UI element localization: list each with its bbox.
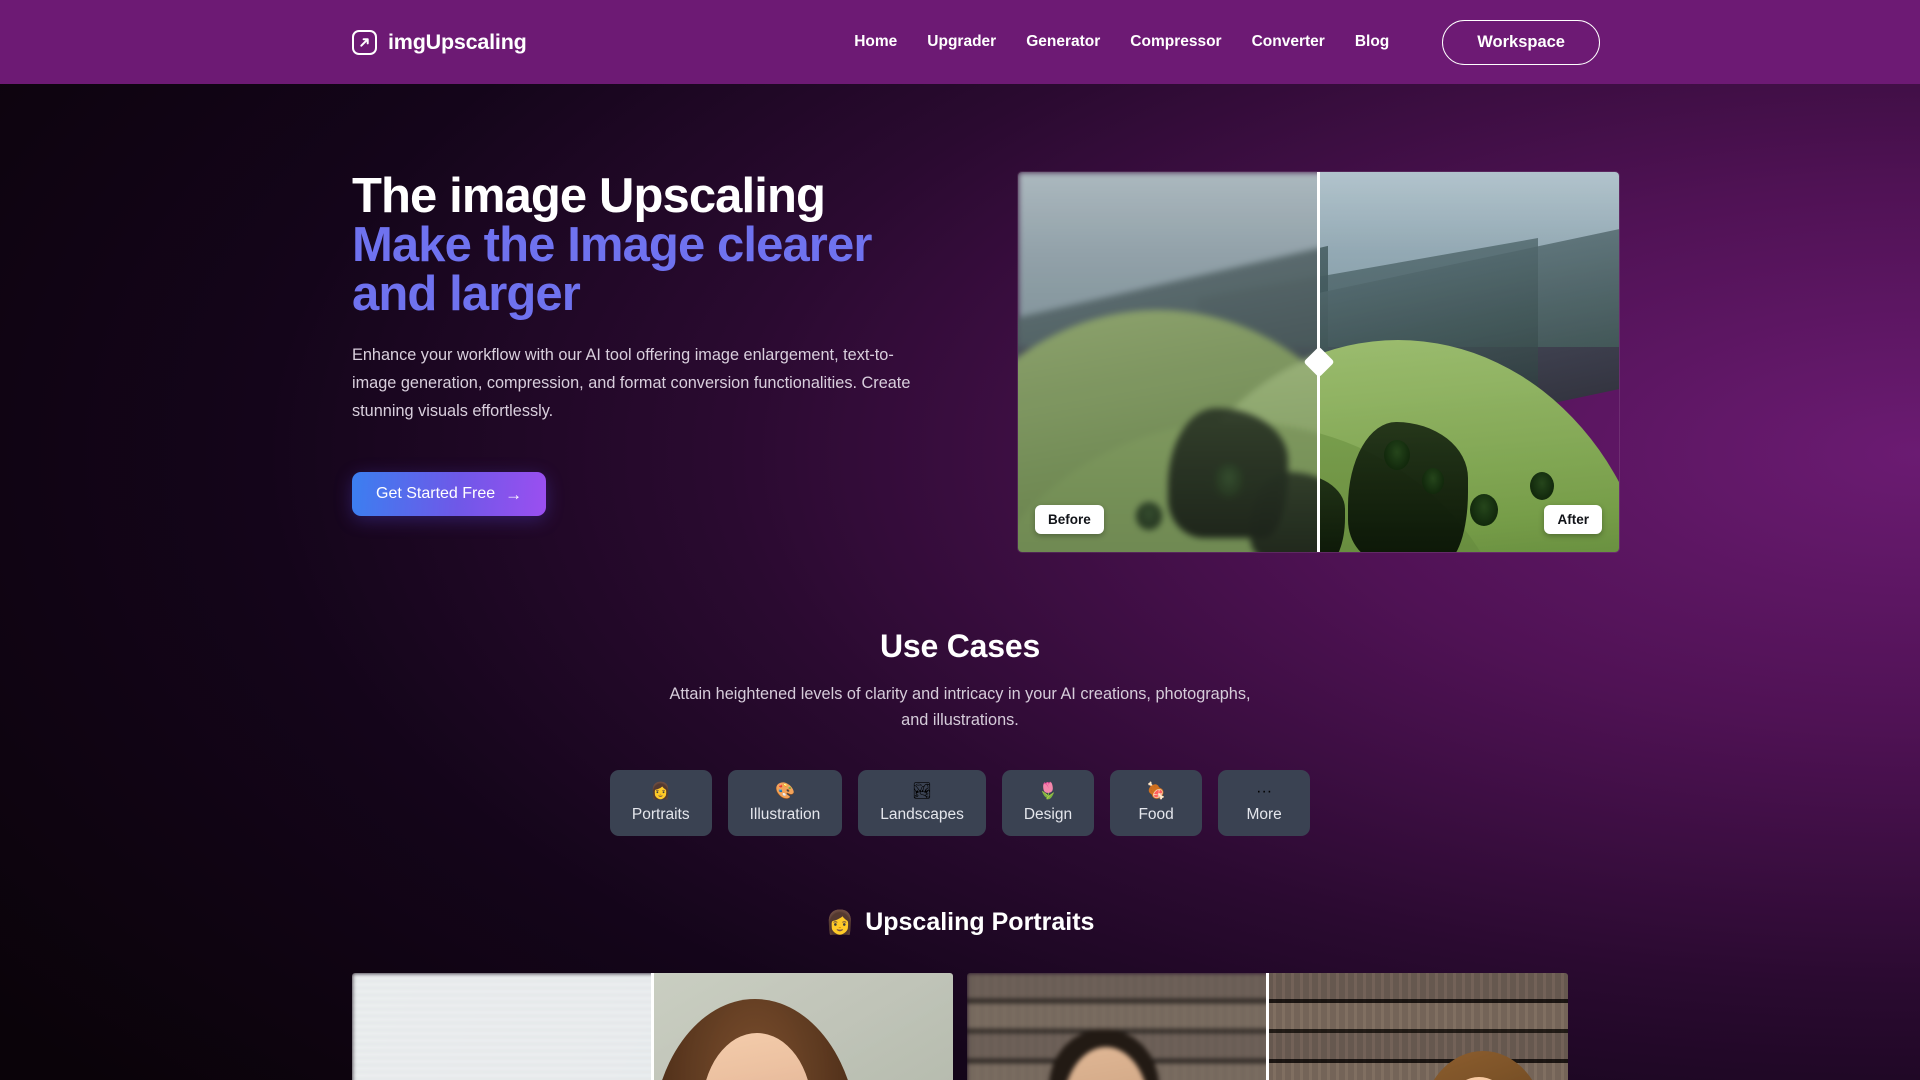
landscape-image-before xyxy=(1018,172,1319,552)
landscape-emoji-icon: 🏞 xyxy=(911,782,933,800)
nav-item-compressor[interactable]: Compressor xyxy=(1130,33,1221,51)
get-started-free-button[interactable]: Get Started Free → xyxy=(352,472,547,517)
page-root: imgUpscaling Home Upgrader Generator Com… xyxy=(0,0,1920,1080)
tab-illustration[interactable]: 🎨 Illustration xyxy=(727,769,843,837)
use-case-tabs: 👩 Portraits 🎨 Illustration 🏞 Landscapes … xyxy=(0,769,1920,837)
brand-name: imgUpscaling xyxy=(388,29,527,54)
use-cases-section: Use Cases Attain heightened levels of cl… xyxy=(0,628,1920,837)
portraits-title-text: Upscaling Portraits xyxy=(865,908,1095,937)
use-cases-subtitle: Attain heightened levels of clarity and … xyxy=(669,685,1251,730)
after-badge: After xyxy=(1544,505,1602,534)
site-header: imgUpscaling Home Upgrader Generator Com… xyxy=(0,0,1920,84)
tab-more[interactable]: ··· More xyxy=(1218,769,1311,837)
nav-item-generator[interactable]: Generator xyxy=(1026,33,1100,51)
portrait-card-2-divider[interactable] xyxy=(1266,973,1269,1080)
portrait-emoji-icon: 👩 xyxy=(650,782,671,800)
tulip-emoji-icon: 🌷 xyxy=(1038,782,1058,800)
main-nav: Home Upgrader Generator Compressor Conve… xyxy=(854,19,1600,65)
nav-item-home[interactable]: Home xyxy=(854,33,897,51)
tab-label: Landscapes xyxy=(880,806,964,824)
tab-food[interactable]: 🍖 Food xyxy=(1110,769,1203,837)
tab-label: More xyxy=(1246,806,1282,824)
hero-title-accent: Make the Image clearer and larger xyxy=(352,218,872,321)
hero-section: The image Upscaling Make the Image clear… xyxy=(0,84,1920,552)
hero-before-after-compare[interactable]: Before After xyxy=(1018,172,1619,552)
compare-before-pane xyxy=(1018,172,1319,552)
brand-logo[interactable]: imgUpscaling xyxy=(352,29,527,55)
portrait-compare-card-1[interactable] xyxy=(352,973,953,1080)
arrow-right-icon: → xyxy=(505,484,523,504)
portrait-card-2-before xyxy=(967,973,1268,1080)
palette-emoji-icon: 🎨 xyxy=(774,782,795,800)
hero-title-lead: The image Upscaling xyxy=(352,169,826,223)
portrait-card-1-divider[interactable] xyxy=(651,973,654,1080)
tab-landscapes[interactable]: 🏞 Landscapes xyxy=(858,769,986,837)
portrait-compare-card-2[interactable] xyxy=(967,973,1568,1080)
nav-item-converter[interactable]: Converter xyxy=(1252,33,1325,51)
cta-label: Get Started Free xyxy=(376,485,496,503)
nav-item-upgrader[interactable]: Upgrader xyxy=(927,33,996,51)
portraits-section-title: 👩 Upscaling Portraits xyxy=(0,908,1920,937)
upscale-arrow-icon xyxy=(352,29,377,55)
portrait-card-2-after xyxy=(1267,973,1568,1080)
portraits-gallery xyxy=(0,973,1920,1080)
woman-emoji-icon: 👩 xyxy=(825,909,855,936)
tab-label: Portraits xyxy=(631,806,690,824)
meat-emoji-icon: 🍖 xyxy=(1146,782,1167,800)
hero-description: Enhance your workflow with our AI tool o… xyxy=(352,346,911,421)
ellipsis-icon: ··· xyxy=(1256,782,1273,800)
tab-portraits[interactable]: 👩 Portraits xyxy=(609,769,712,837)
tab-label: Food xyxy=(1138,806,1174,824)
portrait-card-1-after xyxy=(652,973,953,1080)
use-cases-title: Use Cases xyxy=(879,628,1041,664)
hero-copy: The image Upscaling Make the Image clear… xyxy=(352,172,952,517)
before-badge: Before xyxy=(1035,505,1104,534)
portrait-card-1-before xyxy=(352,973,653,1080)
page-scroll-container[interactable]: imgUpscaling Home Upgrader Generator Com… xyxy=(0,0,1920,1080)
tab-label: Illustration xyxy=(749,806,821,824)
tab-design[interactable]: 🌷 Design xyxy=(1001,769,1095,837)
compare-after-pane xyxy=(1318,172,1619,552)
workspace-button[interactable]: Workspace xyxy=(1442,19,1600,65)
nav-item-blog[interactable]: Blog xyxy=(1355,33,1389,51)
tab-label: Design xyxy=(1023,806,1073,824)
landscape-image-after xyxy=(1318,172,1619,552)
page-title: The image Upscaling Make the Image clear… xyxy=(352,172,952,319)
